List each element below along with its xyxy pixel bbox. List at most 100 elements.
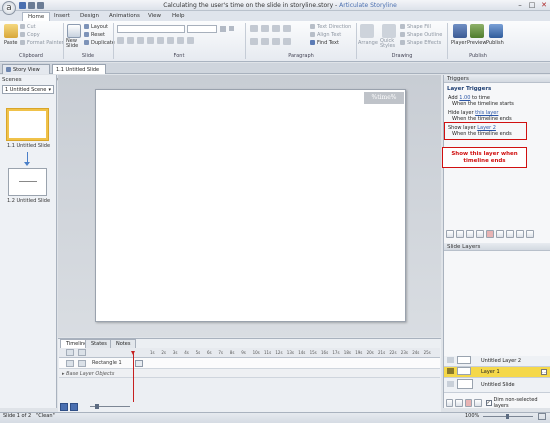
preview-icon[interactable] — [470, 24, 484, 38]
layout-button[interactable]: Layout — [84, 24, 108, 31]
tab-states[interactable]: States — [85, 339, 113, 348]
stop-icon[interactable] — [70, 403, 78, 411]
preview-button[interactable]: Preview — [467, 40, 486, 47]
tab-untitled-slide[interactable]: 1.1 Untitled Slide ✕ — [52, 64, 106, 83]
eye-icon[interactable] — [447, 357, 454, 363]
shape-outline-button[interactable]: Shape Outline — [400, 32, 442, 39]
new-layer-icon[interactable] — [446, 399, 454, 407]
layer-row-selected[interactable]: Layer 1 ⋯ — [444, 367, 550, 378]
tab-story-view[interactable]: Story View — [2, 64, 50, 74]
publish-button[interactable]: Publish — [486, 40, 504, 47]
playhead-line[interactable] — [133, 352, 134, 402]
save-icon[interactable] — [19, 2, 26, 9]
delete-trigger-icon[interactable] — [486, 230, 494, 238]
undo-icon[interactable] — [28, 2, 35, 9]
underline-icon[interactable] — [137, 37, 144, 44]
eye-icon[interactable] — [66, 360, 74, 367]
align-left-icon[interactable] — [250, 38, 258, 45]
reset-button[interactable]: Reset — [84, 32, 105, 39]
increase-indent-icon[interactable] — [283, 25, 291, 32]
decrease-indent-icon[interactable] — [272, 25, 280, 32]
zoom-slider-handle[interactable] — [506, 414, 509, 419]
redo-icon[interactable] — [37, 2, 44, 9]
eye-icon[interactable] — [447, 381, 454, 387]
minimize-icon[interactable]: – — [514, 1, 526, 9]
character-spacing-icon[interactable] — [167, 37, 174, 44]
shrink-font-icon[interactable] — [228, 25, 236, 33]
slider-handle[interactable] — [95, 404, 99, 409]
arrange-button[interactable]: Arrange — [358, 40, 378, 47]
text-direction-button[interactable]: Text Direction — [310, 24, 351, 31]
justify-icon[interactable] — [283, 38, 291, 45]
paste-trigger-icon[interactable] — [476, 230, 484, 238]
tab-notes[interactable]: Notes — [110, 339, 137, 348]
copy-trigger-icon[interactable] — [466, 230, 474, 238]
eye-icon[interactable] — [66, 349, 74, 356]
play-icon[interactable] — [60, 403, 68, 411]
slide-stage[interactable] — [95, 89, 406, 322]
new-slide-icon[interactable] — [67, 24, 81, 38]
fit-to-window-icon[interactable] — [538, 413, 546, 420]
publish-icon[interactable] — [489, 24, 503, 38]
edit-trigger-icon[interactable] — [456, 230, 464, 238]
new-slide-button[interactable]: New Slide — [66, 39, 82, 49]
dim-checkbox[interactable]: ✓ — [485, 400, 492, 406]
scene-select[interactable]: 1 Untitled Scene ▾ — [2, 85, 54, 94]
shadow-icon[interactable] — [157, 37, 164, 44]
copy-button[interactable]: Copy — [20, 32, 40, 39]
paste-icon[interactable] — [4, 24, 18, 38]
quick-styles-button[interactable]: Quick Styles — [380, 39, 396, 49]
duplicate-button[interactable]: Duplicate — [84, 40, 115, 47]
variables-icon[interactable] — [516, 230, 524, 238]
format-painter-button[interactable]: Format Painter — [20, 40, 64, 47]
font-size-select[interactable] — [187, 25, 217, 33]
slide-thumbnail[interactable] — [7, 109, 48, 140]
font-color-icon[interactable] — [187, 37, 194, 44]
move-up-icon[interactable] — [496, 230, 504, 238]
time-variable-textbox[interactable]: %time% — [364, 92, 404, 104]
cut-button[interactable]: Cut — [20, 24, 36, 31]
grow-font-icon[interactable] — [219, 25, 227, 33]
eye-icon[interactable] — [447, 368, 454, 374]
playhead-marker-icon[interactable] — [131, 351, 135, 355]
shape-effects-button[interactable]: Shape Effects — [400, 40, 441, 47]
numbering-icon[interactable] — [261, 25, 269, 32]
close-icon[interactable]: ✕ — [538, 1, 550, 9]
strikethrough-icon[interactable] — [147, 37, 154, 44]
arrange-icon[interactable] — [360, 24, 374, 38]
align-text-button[interactable]: Align Text — [310, 32, 341, 39]
timeline-row[interactable] — [59, 369, 440, 378]
tab-insert[interactable]: Insert — [49, 12, 75, 21]
tab-design[interactable]: Design — [75, 12, 104, 21]
layer-properties-icon[interactable] — [474, 399, 482, 407]
slide-thumbnail[interactable] — [8, 168, 47, 196]
align-right-icon[interactable] — [272, 38, 280, 45]
shape-fill-button[interactable]: Shape Fill — [400, 24, 431, 31]
layer-row-base[interactable]: Untitled Slide — [444, 378, 550, 393]
find-text-button[interactable]: Find Text — [310, 40, 339, 47]
bold-icon[interactable] — [117, 37, 124, 44]
layer-options-icon[interactable]: ⋯ — [541, 369, 547, 375]
tab-help[interactable]: Help — [167, 12, 190, 21]
tab-view[interactable]: View — [143, 12, 166, 21]
new-trigger-icon[interactable] — [446, 230, 454, 238]
italic-icon[interactable] — [127, 37, 134, 44]
layer-row[interactable]: Untitled Layer 2 — [444, 356, 550, 367]
bullets-icon[interactable] — [250, 25, 258, 32]
player-icon[interactable] — [453, 24, 467, 38]
lock-icon[interactable] — [78, 360, 86, 367]
player-button[interactable]: Player — [451, 40, 467, 47]
delete-layer-icon[interactable] — [464, 399, 473, 407]
maximize-icon[interactable]: □ — [526, 1, 538, 9]
paste-button[interactable]: Paste — [4, 40, 18, 47]
tab-animations[interactable]: Animations — [104, 12, 145, 21]
move-down-icon[interactable] — [506, 230, 514, 238]
font-family-select[interactable] — [117, 25, 185, 33]
duplicate-layer-icon[interactable] — [455, 399, 463, 407]
change-case-icon[interactable] — [177, 37, 184, 44]
lock-icon[interactable] — [78, 349, 86, 356]
app-menu-button[interactable]: a — [2, 1, 16, 15]
expand-icon[interactable] — [526, 230, 534, 238]
align-center-icon[interactable] — [261, 38, 269, 45]
quick-styles-icon[interactable] — [382, 24, 396, 38]
